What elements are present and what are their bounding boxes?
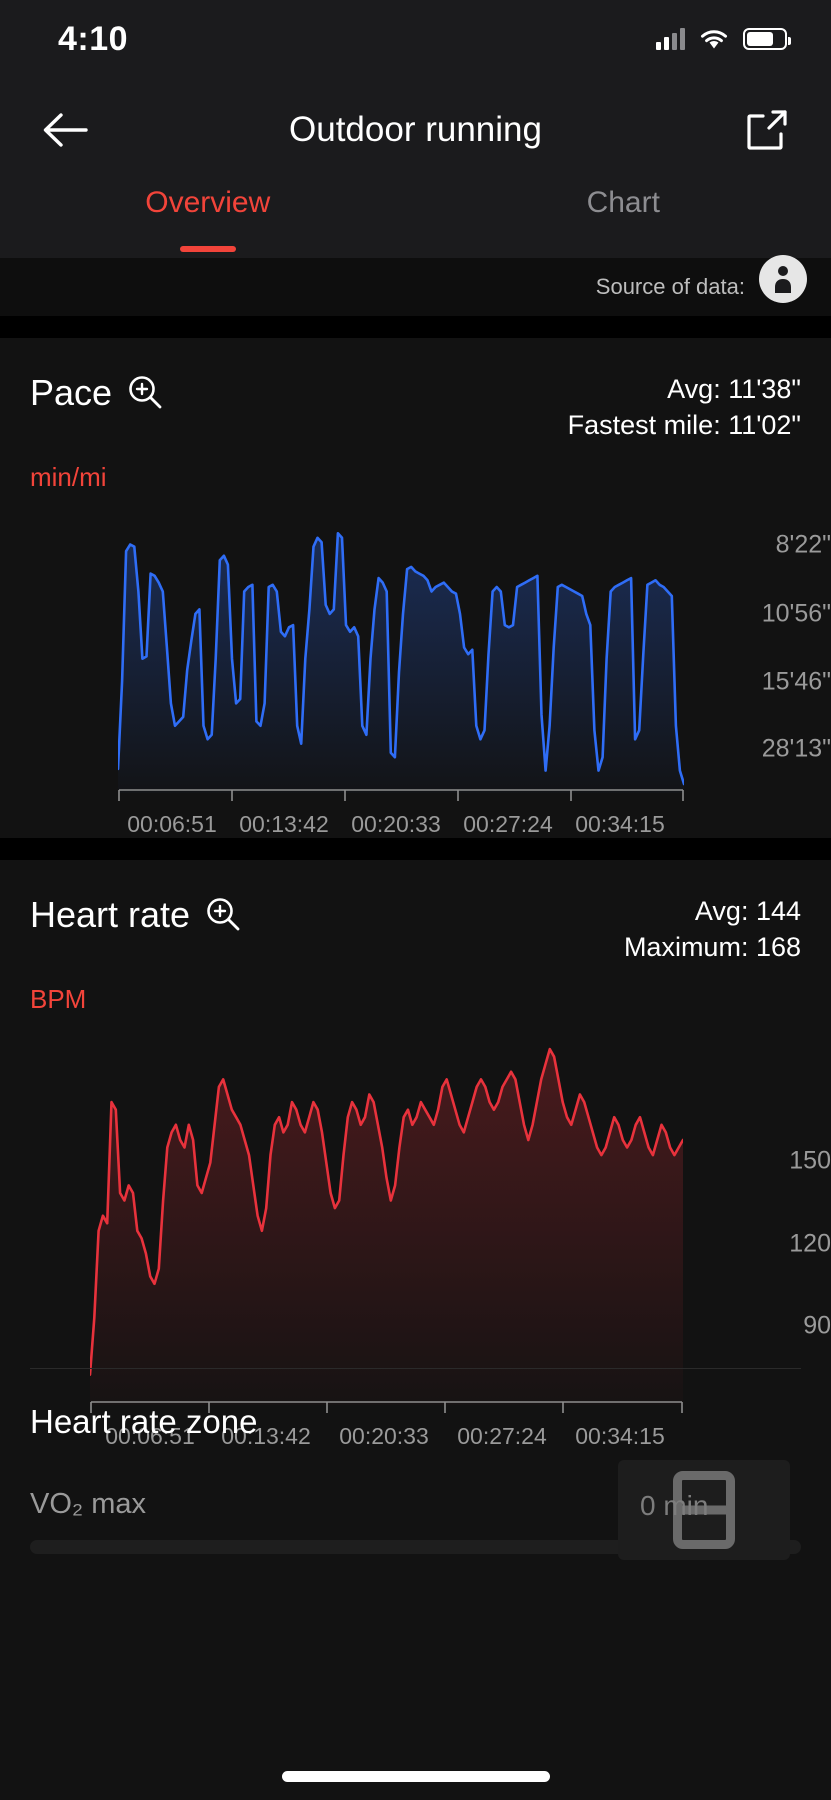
heart-rate-title: Heart rate bbox=[30, 894, 191, 935]
section-gap-top bbox=[0, 316, 831, 338]
pace-x-axis bbox=[118, 789, 684, 801]
heart-rate-card-header: Heart rate Avg: 144 Maximum: 168 bbox=[0, 860, 831, 966]
pace-fastest-mile: Fastest mile: 11'02" bbox=[567, 409, 801, 440]
tab-overview[interactable]: Overview bbox=[0, 182, 416, 258]
pace-title-group: Pace bbox=[30, 372, 164, 414]
hr-ytick-2: 90 bbox=[803, 1311, 831, 1340]
navigation-bar: Outdoor running bbox=[0, 78, 831, 182]
list-divider-1 bbox=[30, 1368, 801, 1369]
pace-xtick-3: 00:27:24 bbox=[463, 810, 553, 837]
hr-xtick-2: 00:20:33 bbox=[339, 1422, 429, 1449]
status-bar: 4:10 bbox=[0, 0, 831, 78]
pace-ytick-0: 8'22" bbox=[775, 530, 831, 559]
hr-ytick-0: 150 bbox=[789, 1146, 831, 1175]
pace-ytick-1: 10'56" bbox=[761, 599, 831, 628]
pace-xtick-2: 00:20:33 bbox=[351, 810, 441, 837]
tab-bar: Overview Chart bbox=[0, 182, 831, 258]
pace-avg: Avg: 11'38" bbox=[667, 374, 801, 404]
magnifier-plus-icon[interactable] bbox=[126, 374, 164, 412]
share-export-icon[interactable] bbox=[737, 100, 797, 160]
magnifier-plus-icon[interactable] bbox=[204, 896, 242, 934]
pace-xtick-0: 00:06:51 bbox=[127, 810, 217, 837]
cellular-bars-icon bbox=[656, 28, 685, 50]
heart-rate-unit-label: BPM bbox=[30, 983, 87, 1014]
heart-rate-title-group: Heart rate bbox=[30, 894, 242, 936]
hr-ytick-1: 120 bbox=[789, 1229, 831, 1258]
section-gap-mid bbox=[0, 838, 831, 860]
pace-title: Pace bbox=[30, 372, 113, 413]
app-screen: 4:10 Outdoor running Overview Chart Sour… bbox=[0, 0, 831, 1800]
tab-chart-label: Chart bbox=[586, 186, 660, 219]
heart-rate-max: Maximum: 168 bbox=[623, 931, 801, 962]
overlay-duration-text: 0 min bbox=[640, 1490, 709, 1521]
heart-rate-card: Heart rate Avg: 144 Maximum: 168 BPM 150… bbox=[0, 860, 831, 1800]
pace-xtick-1: 00:13:42 bbox=[239, 810, 329, 837]
wifi-icon bbox=[699, 28, 729, 50]
vo2-max-row[interactable]: VO₂ max bbox=[30, 1488, 146, 1521]
pace-line-svg bbox=[118, 531, 684, 793]
back-arrow-icon[interactable] bbox=[34, 99, 96, 161]
heart-rate-avg: Avg: 144 bbox=[694, 896, 801, 926]
pace-card-header: Pace Avg: 11'38" Fastest mile: 11'02" bbox=[0, 338, 831, 444]
pace-ytick-3: 28'13" bbox=[761, 734, 831, 763]
hr-xtick-4: 00:34:15 bbox=[575, 1422, 665, 1449]
vo2-max-label: VO₂ max bbox=[30, 1488, 146, 1520]
pace-card: Pace Avg: 11'38" Fastest mile: 11'02" mi… bbox=[0, 338, 831, 838]
tab-overview-label: Overview bbox=[145, 186, 271, 219]
tab-chart[interactable]: Chart bbox=[416, 182, 831, 258]
heart-rate-stats: Avg: 144 Maximum: 168 bbox=[624, 894, 801, 966]
heart-rate-line-svg bbox=[90, 1047, 683, 1405]
status-bar-indicators bbox=[656, 28, 791, 50]
hr-xtick-3: 00:27:24 bbox=[457, 1422, 547, 1449]
pace-xtick-4: 00:34:15 bbox=[575, 810, 665, 837]
heart-rate-zone-row[interactable]: Heart rate zone bbox=[30, 1403, 257, 1441]
home-indicator bbox=[281, 1771, 550, 1782]
status-bar-clock: 4:10 bbox=[58, 19, 129, 58]
pace-ytick-2: 15'46" bbox=[761, 667, 831, 696]
source-of-data-strip: Source of data: bbox=[0, 255, 831, 316]
source-of-data-label: Source of data: bbox=[595, 274, 745, 299]
battery-icon bbox=[743, 28, 791, 50]
pace-chart[interactable]: 8'22" 10'56" 15'46" 28'13" 00:06:51 00:1… bbox=[0, 493, 831, 853]
tab-active-underline bbox=[179, 246, 236, 252]
data-source-avatar-icon[interactable] bbox=[759, 255, 807, 303]
pace-stats: Avg: 11'38" Fastest mile: 11'02" bbox=[568, 372, 801, 444]
pace-unit-label: min/mi bbox=[30, 461, 107, 492]
page-title: Outdoor running bbox=[289, 110, 542, 149]
